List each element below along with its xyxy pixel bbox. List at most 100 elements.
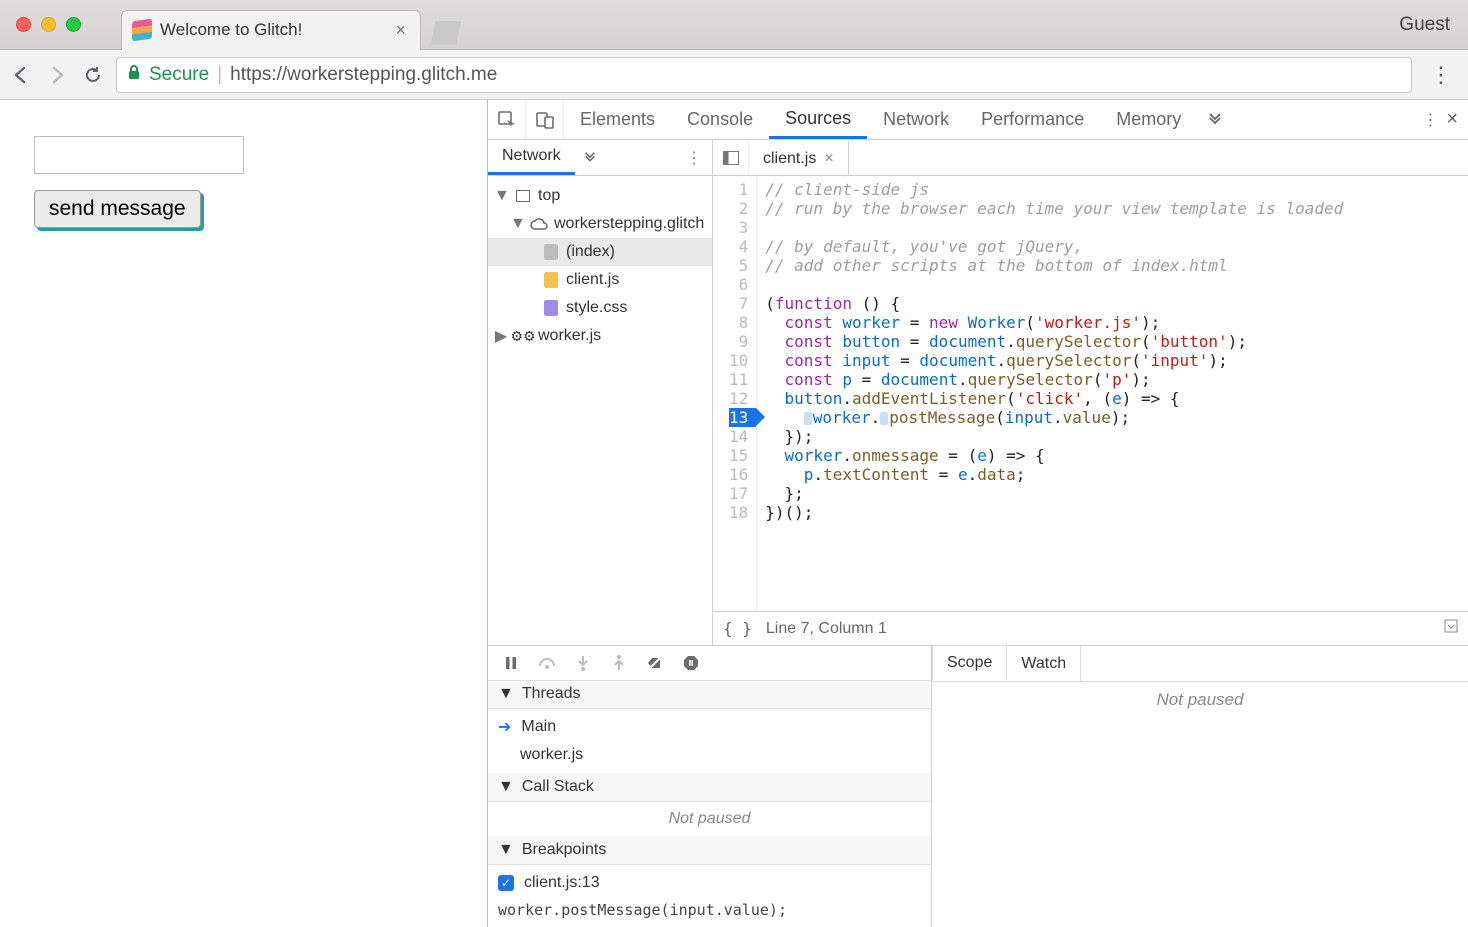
breakpoint-label: client.js:13 [524,874,600,892]
scope-tab[interactable]: Scope [932,645,1007,680]
window-minimize-button[interactable] [41,17,56,32]
devtools-close-icon[interactable]: × [1446,108,1458,131]
file-icon [542,243,560,261]
tab-memory[interactable]: Memory [1100,100,1197,139]
device-toolbar-icon[interactable] [526,100,564,139]
gears-icon: ⚙︎⚙︎ [514,327,532,345]
scope-empty: Not paused [932,682,1468,927]
current-thread-icon: ➔ [498,717,511,737]
devtools-tabs: Elements Console Sources Network Perform… [488,100,1468,140]
editor-tab-close-icon[interactable]: × [824,150,833,168]
threads-section-header[interactable]: ▼ Threads [488,681,931,710]
tab-console[interactable]: Console [671,100,769,139]
window-titlebar: Welcome to Glitch! × Guest [0,0,1468,50]
tree-file-stylecss[interactable]: style.css [488,294,712,322]
section-label: Threads [522,685,581,703]
editor-tab-label: client.js [763,150,816,168]
thread-main[interactable]: ➔ Main [498,713,921,741]
tree-label: (index) [566,243,615,261]
thread-worker[interactable]: worker.js [498,741,921,769]
forward-button[interactable] [44,62,70,88]
url-text: https://workerstepping.glitch.me [230,64,497,86]
line-gutter[interactable]: 123456789101112131415161718 [713,176,757,611]
thread-label: worker.js [520,746,583,764]
breakpoint-item[interactable]: ✓ client.js:13 [498,869,921,897]
reload-button[interactable] [80,62,106,88]
tree-label: worker.js [538,327,601,345]
tree-worker[interactable]: ▶ ⚙︎⚙︎ worker.js [488,322,712,350]
inspect-element-icon[interactable] [488,100,526,139]
thread-label: Main [521,718,556,736]
tree-label: style.css [566,299,627,317]
tab-elements[interactable]: Elements [564,100,671,139]
window-close-button[interactable] [16,17,31,32]
navigator-menu-icon[interactable]: ⋮ [676,140,712,175]
chevron-down-icon: ▼ [498,841,514,859]
tree-label: workerstepping.glitch [554,215,704,233]
tree-frame-top[interactable]: ▼ top [488,182,712,210]
editor-tab-clientjs[interactable]: client.js × [749,140,849,175]
send-message-button[interactable]: send message [34,190,201,228]
navigator-tab-network[interactable]: Network [488,140,575,175]
step-over-icon[interactable] [538,654,556,672]
chevron-down-icon: ▼ [498,778,514,796]
callstack-section-header[interactable]: ▼ Call Stack [488,773,931,802]
devtools-panel: Elements Console Sources Network Perform… [488,100,1468,927]
traffic-lights [0,17,81,32]
chevron-down-icon: ▼ [510,215,524,233]
step-marker [880,412,888,425]
tree-file-clientjs[interactable]: client.js [488,266,712,294]
deactivate-breakpoints-icon[interactable] [646,654,664,672]
tab-network[interactable]: Network [867,100,965,139]
chevron-down-icon: ▼ [498,685,514,703]
back-button[interactable] [8,62,34,88]
chevron-down-icon: ▼ [494,187,508,205]
lock-icon [127,64,141,85]
section-label: Call Stack [522,778,594,796]
code-editor[interactable]: 123456789101112131415161718 // client-si… [713,176,1468,611]
browser-tab[interactable]: Welcome to Glitch! × [121,10,421,50]
toggle-navigator-icon[interactable] [713,140,749,175]
pretty-print-icon[interactable]: { } [723,619,752,638]
watch-tab[interactable]: Watch [1007,646,1081,681]
editor-panel: client.js × 123456789101112131415161718 … [713,140,1468,645]
page-viewport: send message [0,100,488,927]
breakpoint-source: worker.postMessage(input.value); [488,901,931,927]
debugger-toolbar [488,646,931,681]
cursor-position: Line 7, Column 1 [766,620,887,638]
new-tab-button[interactable] [431,21,461,45]
section-label: Breakpoints [522,841,607,859]
profile-guest-label[interactable]: Guest [1399,14,1450,36]
message-input[interactable] [34,136,244,174]
debugger-panel: ▼ Threads ➔ Main worker.js ▼ Call Stack [488,645,1468,927]
file-tree: ▼ top ▼ workerstepping.glitch (index) [488,176,712,645]
file-icon [542,299,560,317]
url-separator: | [217,64,222,86]
tab-sources[interactable]: Sources [769,100,867,139]
tree-file-index[interactable]: (index) [488,238,712,266]
address-bar[interactable]: Secure | https://workerstepping.glitch.m… [116,57,1412,93]
pause-icon[interactable] [502,654,520,672]
file-icon [542,271,560,289]
pause-on-exceptions-icon[interactable] [682,654,700,672]
browser-menu-button[interactable]: ⋮ [1422,62,1460,88]
callstack-empty: Not paused [488,802,931,836]
step-into-icon[interactable] [574,654,592,672]
tree-origin[interactable]: ▼ workerstepping.glitch [488,210,712,238]
navigator-more-icon[interactable] [575,140,605,175]
tab-close-icon[interactable]: × [395,20,406,41]
editor-status-menu-icon[interactable] [1444,619,1458,638]
toolbar: Secure | https://workerstepping.glitch.m… [0,50,1468,100]
breakpoints-section-header[interactable]: ▼ Breakpoints [488,836,931,865]
code-content[interactable]: // client-side js // run by the browser … [757,176,1351,611]
secure-label: Secure [149,64,209,86]
window-zoom-button[interactable] [66,17,81,32]
step-marker [804,412,812,425]
breakpoint-checkbox[interactable]: ✓ [498,875,514,891]
tree-label: client.js [566,271,619,289]
tab-performance[interactable]: Performance [965,100,1100,139]
step-out-icon[interactable] [610,654,628,672]
breakpoint-marker[interactable]: 13 [729,408,756,427]
devtools-settings-icon[interactable]: ⋮ [1422,110,1438,130]
tabs-overflow-icon[interactable] [1197,100,1233,139]
